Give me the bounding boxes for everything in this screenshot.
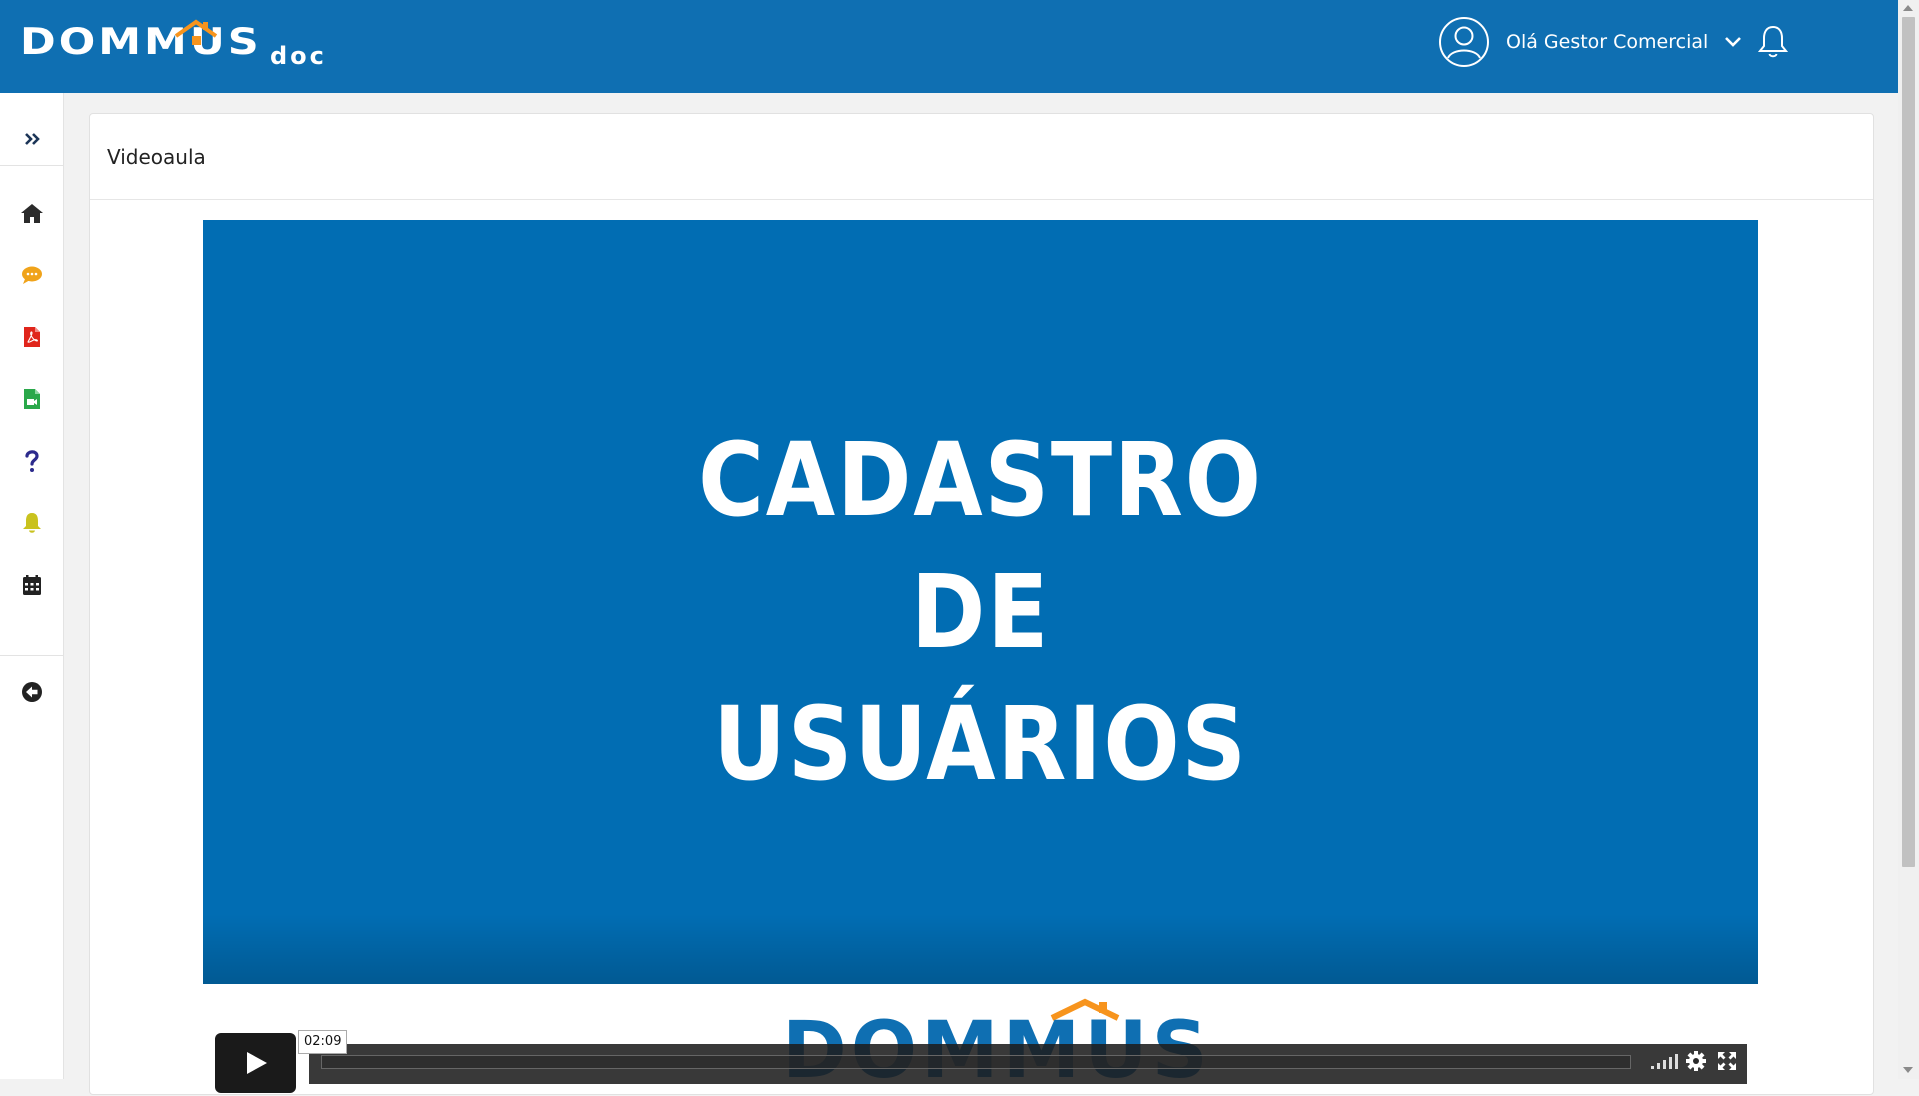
card-header: Videoaula	[90, 114, 1873, 200]
user-menu[interactable]: Olá Gestor Comercial	[1438, 16, 1744, 68]
sidebar-item-logout[interactable]	[0, 670, 63, 714]
sidebar-item-notifications[interactable]	[0, 501, 63, 545]
video-title-line: CADASTRO	[698, 421, 1263, 540]
top-header: DOMMUS DOC Olá Gestor Comercial	[0, 0, 1898, 93]
sidebar-item-calendar[interactable]	[0, 563, 63, 607]
scrollbar-thumb[interactable]	[1902, 17, 1915, 867]
logo-main-text: DOMMUS	[20, 20, 262, 64]
user-avatar-icon	[1439, 17, 1489, 67]
sidebar-item-help[interactable]	[0, 439, 63, 483]
logo-roof-icon	[174, 19, 218, 45]
video-title-line: DE	[910, 553, 1051, 672]
video-progress-bar[interactable]	[321, 1055, 1631, 1069]
sidebar-divider	[0, 165, 63, 166]
notification-bell-icon[interactable]	[1757, 24, 1789, 60]
sidebar	[0, 93, 64, 1079]
home-icon	[20, 204, 43, 223]
page-scrollbar[interactable]	[1898, 0, 1919, 1079]
video-controls-bar	[309, 1044, 1747, 1084]
logo-sub-text: DOC	[270, 42, 327, 70]
video-shade	[203, 914, 1758, 984]
sidebar-item-chat[interactable]	[0, 253, 63, 297]
page-title: Videoaula	[107, 144, 206, 169]
bell-icon	[22, 513, 41, 533]
scroll-down-arrow-icon[interactable]	[1903, 1067, 1913, 1073]
sidebar-expand-button[interactable]	[0, 117, 63, 161]
video-title-text: CADASTRO DE USUÁRIOS	[203, 415, 1758, 811]
scroll-up-arrow-icon[interactable]	[1903, 5, 1913, 11]
sidebar-divider	[0, 655, 63, 656]
sidebar-item-home[interactable]	[0, 191, 63, 235]
settings-gear-icon[interactable]	[1685, 1050, 1707, 1072]
volume-icon[interactable]	[1650, 1052, 1680, 1070]
question-icon	[24, 450, 39, 472]
user-greeting[interactable]: Olá Gestor Comercial	[1506, 31, 1708, 53]
chat-icon	[21, 266, 42, 284]
play-icon	[246, 1052, 267, 1074]
chevron-down-icon[interactable]	[1722, 31, 1744, 53]
arrow-left-circle-icon	[21, 682, 42, 702]
play-button[interactable]	[215, 1033, 296, 1093]
video-file-icon	[23, 389, 40, 409]
sidebar-item-pdf[interactable]	[0, 315, 63, 359]
fullscreen-icon[interactable]	[1717, 1051, 1737, 1071]
double-chevron-right-icon	[24, 133, 40, 145]
sidebar-item-video[interactable]	[0, 377, 63, 421]
calendar-icon	[22, 575, 41, 595]
video-time-tooltip: 02:09	[298, 1030, 348, 1054]
video-title-line: USUÁRIOS	[713, 685, 1248, 804]
pdf-file-icon	[23, 327, 40, 347]
video-player[interactable]: CADASTRO DE USUÁRIOS	[203, 220, 1758, 984]
